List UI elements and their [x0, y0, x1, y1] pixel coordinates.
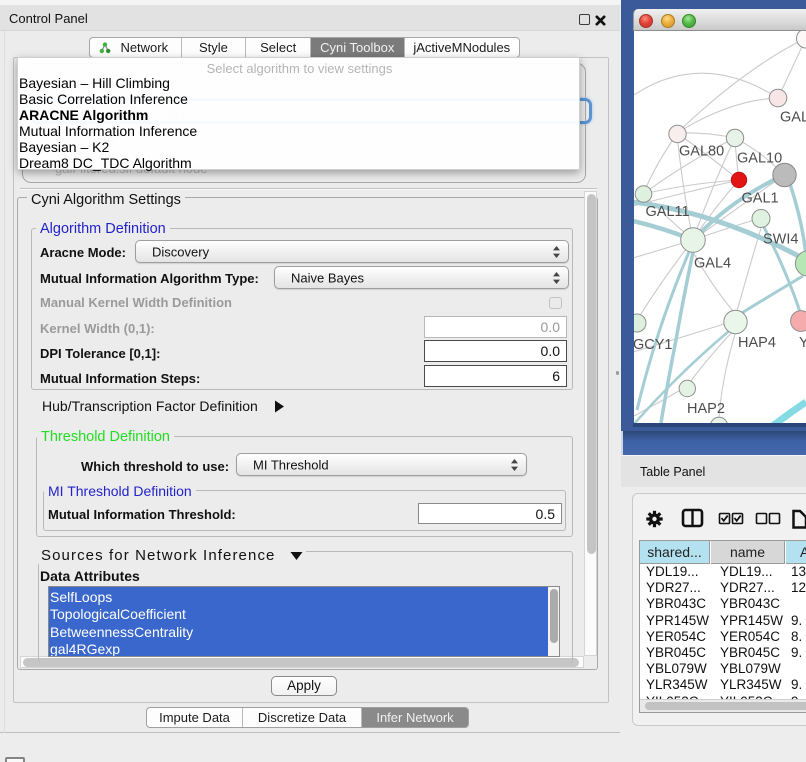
svg-text:HAP2: HAP2: [687, 401, 725, 417]
svg-text:SWI4: SWI4: [763, 232, 798, 248]
svg-text:GAL1: GAL1: [742, 191, 779, 207]
svg-text:GAL4: GAL4: [694, 256, 731, 272]
svg-text:Y: Y: [799, 335, 806, 351]
svg-text:GAL11: GAL11: [646, 204, 690, 220]
svg-text:GAL2: GAL2: [780, 110, 806, 126]
svg-text:GCY1: GCY1: [634, 337, 673, 353]
svg-text:GAL10: GAL10: [737, 151, 782, 167]
svg-text:HAP4: HAP4: [738, 335, 776, 351]
svg-text:GAL80: GAL80: [679, 144, 724, 160]
